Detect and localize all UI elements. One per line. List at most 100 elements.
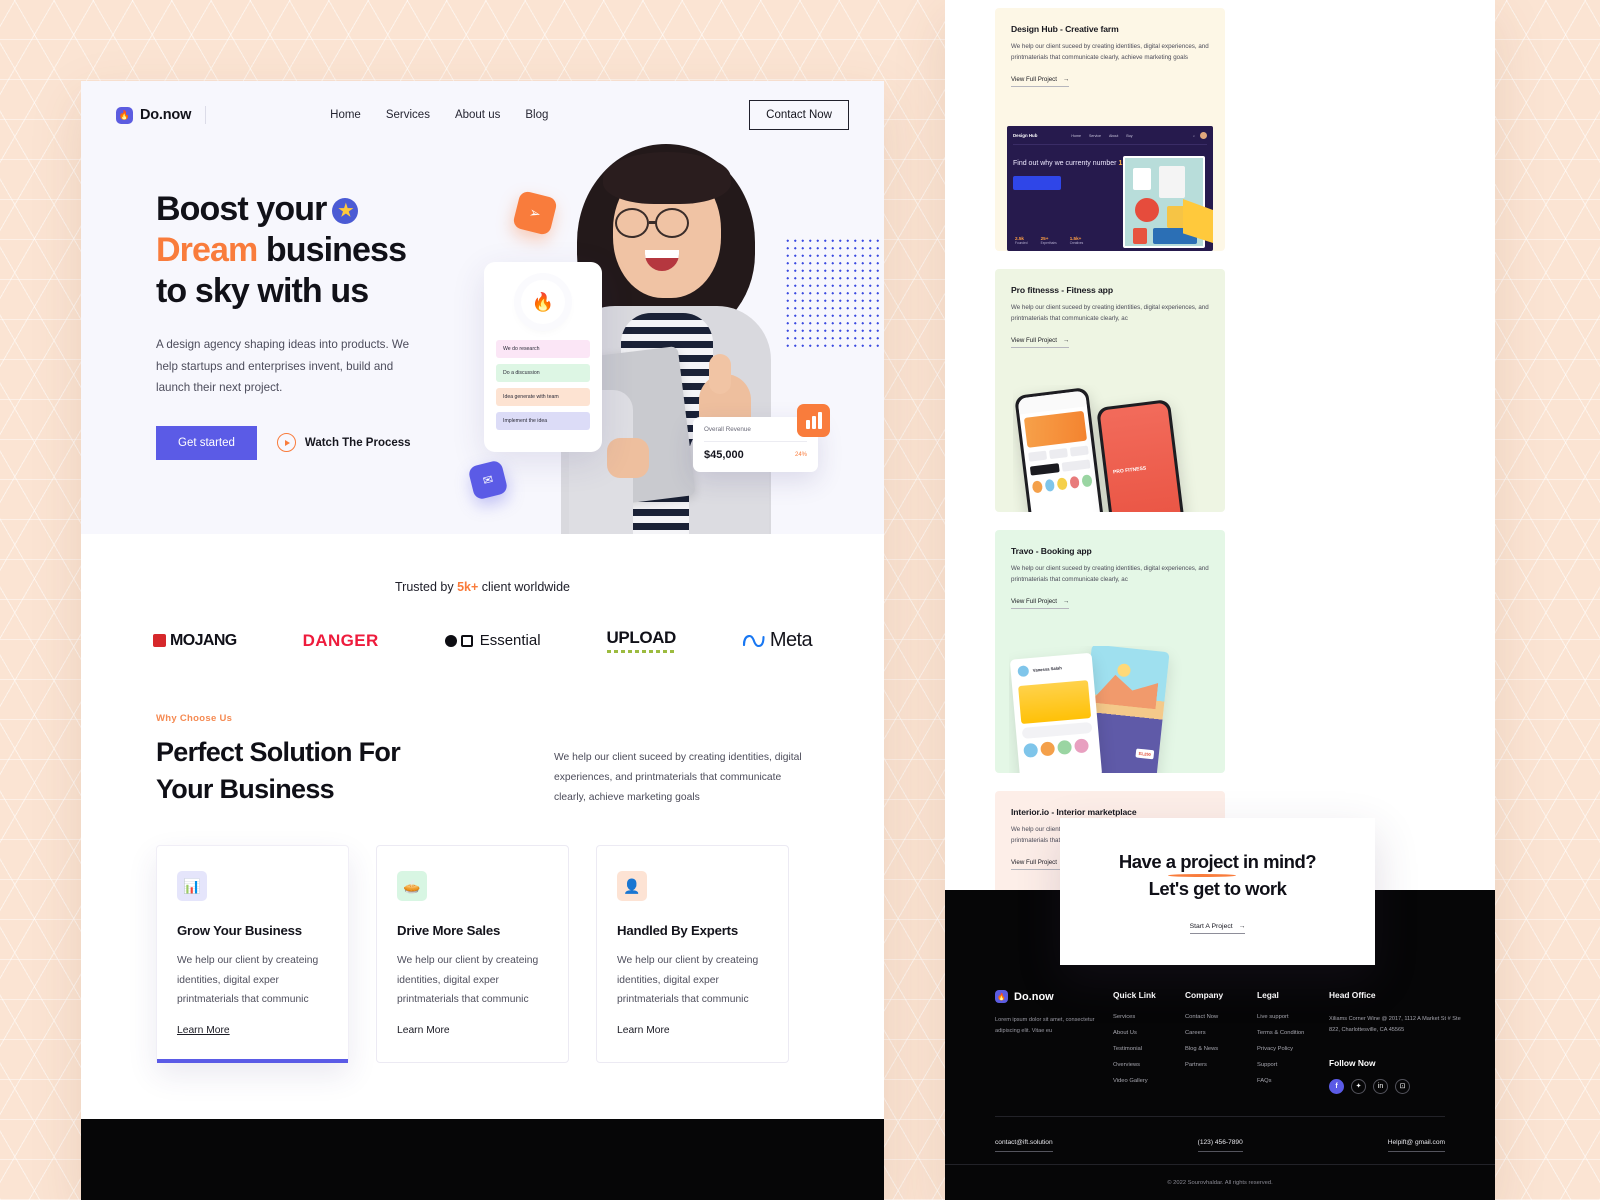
footer-link[interactable]: Overviews [1113, 1062, 1185, 1068]
trusted-suffix: client worldwide [478, 580, 570, 594]
instagram-icon[interactable]: ⊡ [1395, 1078, 1410, 1094]
footer-link[interactable]: Live support [1257, 1014, 1329, 1020]
flow-item: We do research [496, 340, 590, 358]
footer-link[interactable]: Services [1113, 1014, 1185, 1020]
footer-link[interactable]: About Us [1113, 1030, 1185, 1036]
project-title: Design Hub - Creative farm [1011, 24, 1119, 34]
hero-title-line3: to sky with us [156, 272, 369, 311]
shot-nav-item: About [1108, 133, 1119, 138]
brand-name: Do.now [140, 107, 192, 123]
hero-subtitle: A design agency shaping ideas into produ… [156, 338, 410, 395]
footer-contact-phone[interactable]: (123) 456-7890 [1197, 1139, 1243, 1152]
footer-contact-email[interactable]: contact@ift.solution [995, 1139, 1053, 1152]
footer-link[interactable]: Privacy Policy [1257, 1046, 1329, 1052]
get-started-button[interactable]: Get started [156, 425, 257, 460]
footer-link[interactable]: Careers [1185, 1030, 1257, 1036]
cta-title: Have a project in mind? Let's get to wor… [1119, 849, 1317, 903]
feature-cards: 📊 Grow Your Business We help our client … [81, 808, 884, 1063]
footer-contact-help-email[interactable]: Helpift@ gmail.com [1387, 1139, 1445, 1152]
arrow-right-icon: → [1238, 922, 1246, 930]
footer-link[interactable]: FAQs [1257, 1078, 1329, 1084]
phone-mockup: PRO FITNESS [1096, 399, 1188, 512]
project-screenshot: PRO FITNESS [1013, 385, 1225, 512]
facebook-icon[interactable]: f [1329, 1078, 1344, 1094]
dot-grid-decoration [784, 237, 884, 352]
feature-card-drive-more-sales[interactable]: 🥧 Drive More Sales We help our client by… [376, 845, 569, 1063]
upload-underbar-icon [606, 650, 676, 653]
phone-mockup [1014, 387, 1106, 512]
divider [205, 106, 207, 124]
footer-brand-column: 🔥 Do.now Lorem ipsum dolor sit amet, con… [995, 990, 1113, 1094]
booking-card-mockup: Vanessa Salah [1009, 652, 1103, 773]
process-flow-card: 🔥 We do research Do a discussion Idea ge… [484, 262, 602, 452]
user-icon: 👤 [617, 871, 647, 902]
project-description: We help our client suceed by creating id… [1011, 43, 1209, 62]
search-icon: ⌕ [1192, 133, 1195, 138]
twitter-icon[interactable]: ✦ [1351, 1078, 1366, 1094]
arrow-right-icon: → [1062, 597, 1070, 605]
footer-column-title: Head Office [1329, 990, 1376, 1000]
feature-card-handled-by-experts[interactable]: 👤 Handled By Experts We help our client … [596, 845, 789, 1063]
overall-revenue-card: Overall Revenue $45,000 24% [693, 404, 830, 472]
footer-link[interactable]: Testimonial [1113, 1046, 1185, 1052]
learn-more-link[interactable]: Learn More [177, 1025, 230, 1036]
hero-title-line2-rest: business [257, 231, 407, 270]
footer-link[interactable]: Video Gallery [1113, 1078, 1185, 1084]
shot-stat: 1.5k+ Creatives [1069, 236, 1084, 245]
brand-logo[interactable]: 🔥 Do.now [116, 106, 192, 124]
project-card-pro-fitness[interactable]: Pro fitnesss - Fitness app We help our c… [995, 269, 1225, 512]
revenue-amount: $45,000 [704, 449, 744, 461]
hero-title: Boost your Dream business to sky with us [156, 189, 506, 312]
arrow-right-icon: → [1062, 336, 1070, 344]
footer-brand[interactable]: 🔥 Do.now [995, 990, 1113, 1003]
linkedin-icon[interactable]: in [1373, 1078, 1388, 1094]
footer-link[interactable]: Terms & Condition [1257, 1030, 1329, 1036]
landing-page-preview-left: 🔥 Do.now Home Services About us Blog Con… [81, 81, 884, 1200]
mojang-mark-icon [153, 634, 166, 647]
footer-link[interactable]: Support [1257, 1062, 1329, 1068]
footer-column-company: Company Contact Now Careers Blog & News … [1185, 990, 1257, 1094]
arrow-right-icon: → [1062, 75, 1070, 83]
bar-chart-icon: 📊 [177, 871, 207, 902]
essential-dot-icon [444, 634, 457, 647]
section-description: We help our client suceed by creating id… [554, 752, 802, 804]
logo-label: Meta [769, 629, 813, 651]
footer-link[interactable]: Partners [1185, 1062, 1257, 1068]
footer-column-legal: Legal Live support Terms & Condition Pri… [1257, 990, 1329, 1094]
footer-column-quick-link: Quick Link Services About Us Testimonial… [1113, 990, 1185, 1094]
feature-card-body: We help our client by createing identiti… [617, 955, 759, 1006]
landing-page-preview-right: Design Hub - Creative farm We help our c… [945, 0, 1495, 1200]
star-icon [332, 198, 359, 224]
watch-the-process-button[interactable]: Watch The Process [276, 433, 411, 453]
essential-square-icon [460, 634, 473, 647]
start-a-project-link[interactable]: Start A Project → [1189, 922, 1246, 934]
view-full-project-link[interactable]: View Full Project → [1011, 336, 1070, 348]
trusted-by-text: Trusted by 5k+ client worldwide [81, 580, 884, 594]
footer-contacts: contact@ift.solution (123) 456-7890 Help… [945, 1117, 1495, 1152]
footer-address: Xiliams Corner Wine @ 2017, 1112 A Marke… [1329, 1016, 1461, 1033]
contact-now-button[interactable]: Contact Now [749, 100, 849, 130]
feature-card-grow-your-business[interactable]: 📊 Grow Your Business We help our client … [156, 845, 349, 1063]
nav-item-blog[interactable]: Blog [525, 109, 548, 121]
nav-item-services[interactable]: Services [386, 109, 430, 121]
nav-item-home[interactable]: Home [330, 109, 361, 121]
footer-brand-name: Do.now [1014, 990, 1054, 1003]
project-card-design-hub[interactable]: Design Hub - Creative farm We help our c… [995, 8, 1225, 251]
learn-more-link[interactable]: Learn More [617, 1025, 670, 1036]
flow-item: Implement the idea [496, 412, 590, 430]
view-full-project-label: View Full Project [1011, 597, 1057, 605]
footer-link[interactable]: Blog & News [1185, 1046, 1257, 1052]
nav-item-about-us[interactable]: About us [455, 109, 500, 121]
shot-brand: PRO FITNESS [1112, 465, 1147, 476]
play-icon [276, 433, 296, 453]
view-full-project-link[interactable]: View Full Project → [1011, 597, 1070, 609]
learn-more-link[interactable]: Learn More [397, 1025, 450, 1036]
flame-icon: 🔥 [116, 106, 133, 124]
footer-link[interactable]: Contact Now [1185, 1014, 1257, 1020]
project-card-travo[interactable]: Travo - Booking app We help our client s… [995, 530, 1225, 773]
view-full-project-link[interactable]: View Full Project → [1011, 75, 1070, 87]
shot-price: $1,250 [1135, 748, 1155, 760]
flow-item: Do a discussion [496, 364, 590, 382]
hero-section: 🔥 Do.now Home Services About us Blog Con… [81, 81, 884, 534]
flame-icon: 🔥 [995, 990, 1008, 1003]
